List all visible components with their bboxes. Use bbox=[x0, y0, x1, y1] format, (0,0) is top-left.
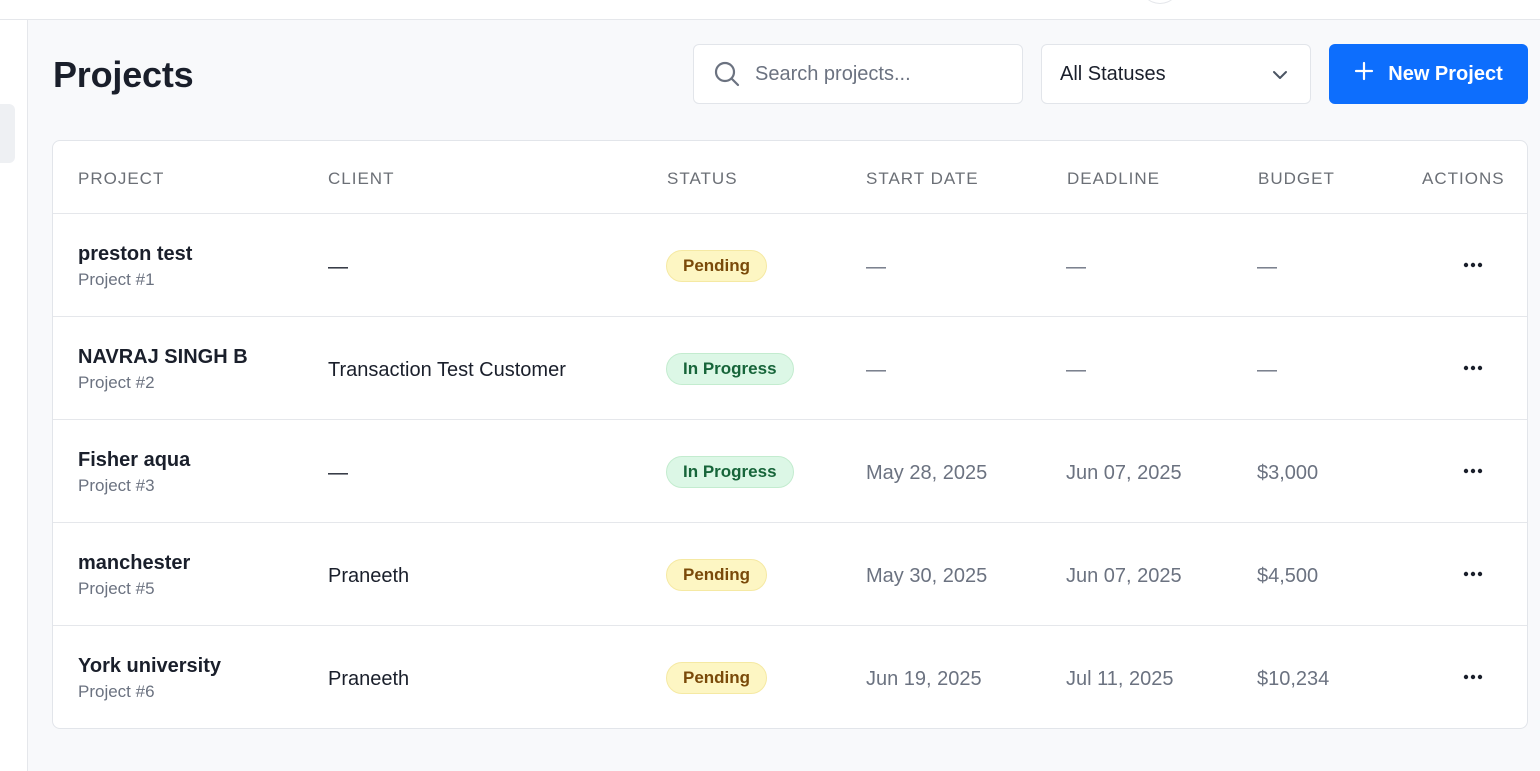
project-name[interactable]: York university bbox=[78, 655, 221, 678]
column-header-actions: ACTIONS bbox=[1422, 169, 1505, 188]
sidebar-item-active[interactable] bbox=[0, 104, 15, 163]
more-actions-icon[interactable] bbox=[1453, 458, 1493, 484]
table-row[interactable]: NAVRAJ SINGH B Project #2 Transaction Te… bbox=[53, 317, 1527, 420]
chevron-down-icon bbox=[1272, 63, 1288, 86]
search-box[interactable] bbox=[693, 44, 1023, 104]
status-filter-select[interactable]: All Statuses bbox=[1041, 44, 1311, 104]
column-header-project[interactable]: PROJECT bbox=[78, 169, 164, 189]
projects-table: PROJECT CLIENT STATUS START DATE DEADLIN… bbox=[52, 140, 1528, 729]
start-date: Jun 19, 2025 bbox=[866, 668, 982, 690]
more-actions-icon[interactable] bbox=[1453, 561, 1493, 587]
status-badge: Pending bbox=[666, 250, 768, 282]
table-header: PROJECT CLIENT STATUS START DATE DEADLIN… bbox=[53, 141, 1527, 214]
search-icon bbox=[713, 60, 741, 88]
status-badge: Pending bbox=[666, 559, 768, 591]
project-name[interactable]: NAVRAJ SINGH B bbox=[78, 346, 248, 369]
status-badge: In Progress bbox=[666, 353, 794, 385]
deadline: Jun 07, 2025 bbox=[1066, 462, 1182, 484]
table-row[interactable]: York university Project #6 Praneeth Pend… bbox=[53, 626, 1527, 728]
column-header-client[interactable]: CLIENT bbox=[328, 169, 394, 189]
search-input[interactable] bbox=[755, 62, 1005, 86]
more-actions-icon[interactable] bbox=[1453, 664, 1493, 690]
client-name: Transaction Test Customer bbox=[328, 359, 566, 381]
start-date: May 30, 2025 bbox=[866, 565, 988, 587]
project-name[interactable]: manchester bbox=[78, 552, 190, 575]
new-project-button[interactable]: New Project bbox=[1329, 44, 1528, 104]
top-bar bbox=[0, 0, 1540, 20]
client-name: — bbox=[328, 256, 348, 278]
column-header-budget[interactable]: BUDGET bbox=[1258, 169, 1335, 189]
column-header-deadline[interactable]: DEADLINE bbox=[1067, 169, 1160, 189]
project-number: Project #6 bbox=[78, 682, 155, 701]
project-name[interactable]: Fisher aqua bbox=[78, 449, 190, 472]
column-header-start-date[interactable]: START DATE bbox=[866, 169, 979, 189]
status-badge: In Progress bbox=[666, 456, 794, 488]
budget: — bbox=[1257, 256, 1277, 278]
sidebar bbox=[0, 20, 28, 771]
more-actions-icon[interactable] bbox=[1453, 355, 1493, 381]
deadline: — bbox=[1066, 359, 1086, 381]
avatar[interactable] bbox=[1140, 0, 1180, 4]
start-date: — bbox=[866, 256, 886, 278]
project-number: Project #3 bbox=[78, 476, 155, 495]
project-number: Project #5 bbox=[78, 579, 155, 598]
new-project-label: New Project bbox=[1388, 62, 1503, 85]
client-name: Praneeth bbox=[328, 668, 410, 690]
client-name: Praneeth bbox=[328, 565, 410, 587]
table-row[interactable]: preston test Project #1 — Pending — — — bbox=[53, 214, 1527, 317]
plus-icon bbox=[1354, 61, 1374, 87]
deadline: Jun 07, 2025 bbox=[1066, 565, 1182, 587]
project-name[interactable]: preston test bbox=[78, 243, 192, 266]
project-number: Project #2 bbox=[78, 373, 155, 392]
budget: $4,500 bbox=[1257, 565, 1319, 587]
table-row[interactable]: manchester Project #5 Praneeth Pending M… bbox=[53, 523, 1527, 626]
budget: $10,234 bbox=[1257, 668, 1330, 690]
deadline: Jul 11, 2025 bbox=[1066, 668, 1174, 690]
table-row[interactable]: Fisher aqua Project #3 — In Progress May… bbox=[53, 420, 1527, 523]
project-number: Project #1 bbox=[78, 270, 155, 289]
start-date: May 28, 2025 bbox=[866, 462, 988, 484]
more-actions-icon[interactable] bbox=[1453, 252, 1493, 278]
status-filter-value: All Statuses bbox=[1060, 62, 1166, 85]
column-header-status[interactable]: STATUS bbox=[667, 169, 738, 189]
budget: — bbox=[1257, 359, 1277, 381]
status-badge: Pending bbox=[666, 662, 768, 694]
budget: $3,000 bbox=[1257, 462, 1319, 484]
client-name: — bbox=[328, 462, 348, 484]
deadline: — bbox=[1066, 256, 1086, 278]
start-date: — bbox=[866, 359, 886, 381]
page-title: Projects bbox=[53, 54, 194, 95]
